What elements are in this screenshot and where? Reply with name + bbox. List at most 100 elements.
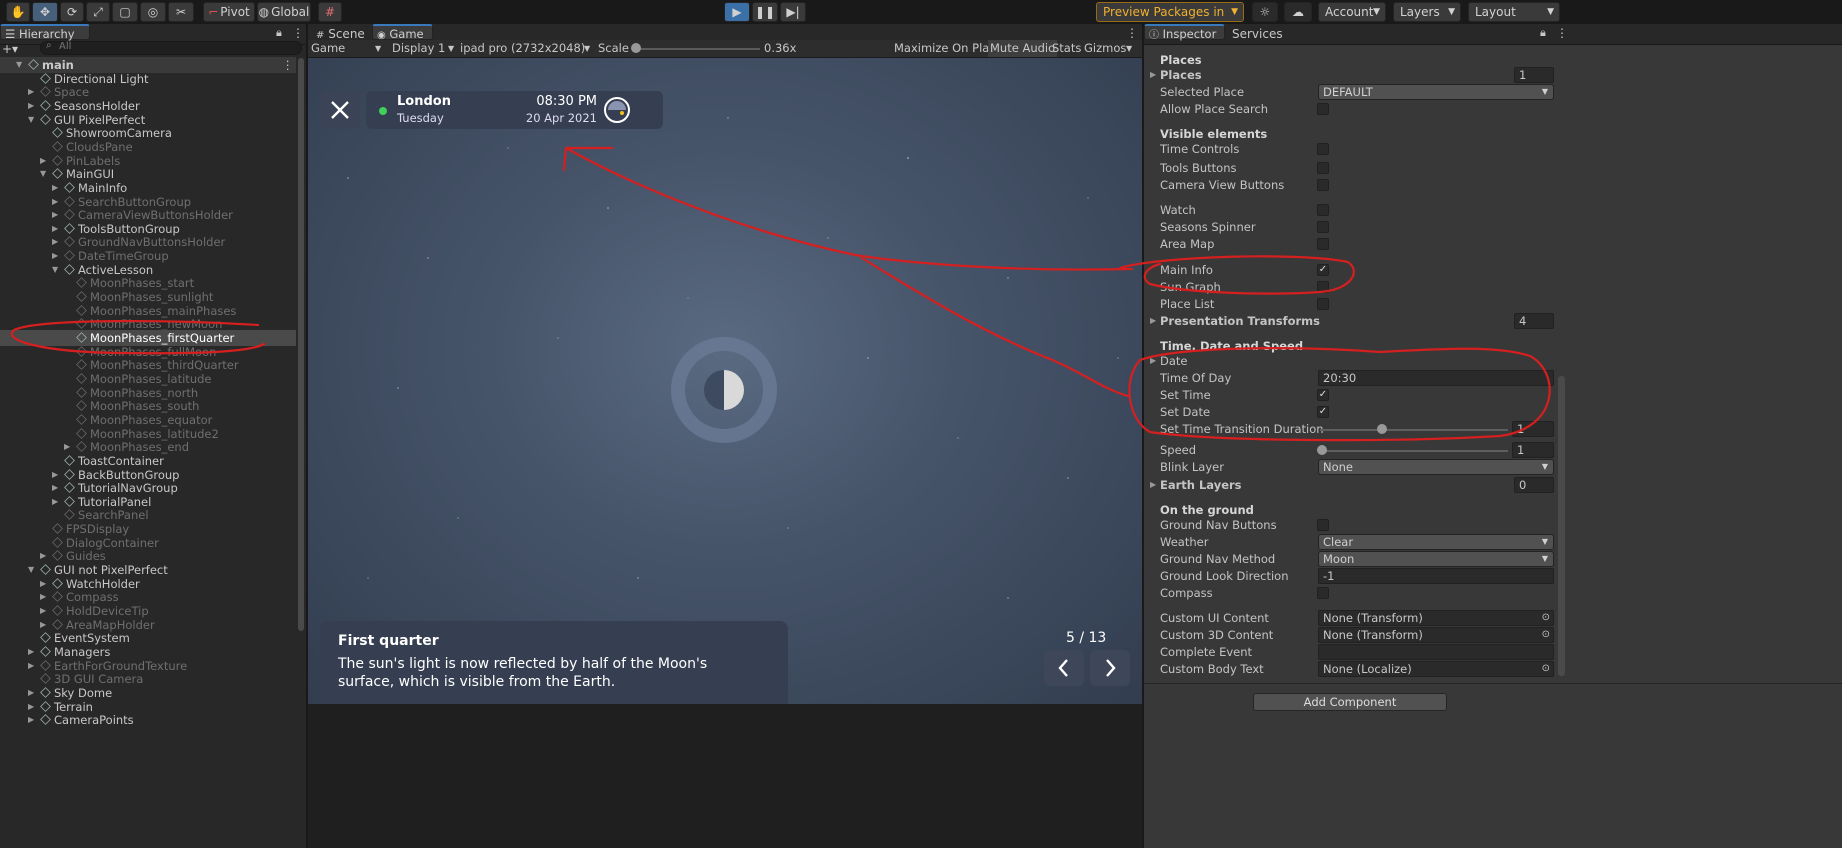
time-controls-checkbox[interactable]	[1317, 143, 1329, 155]
stats-toggle[interactable]: Stats	[1052, 40, 1081, 57]
time-of-day-field[interactable]: 20:30	[1318, 370, 1554, 386]
hierarchy-row[interactable]: ▶ CameraPoints	[0, 712, 296, 728]
scale-tool-button[interactable]: ⤢	[86, 2, 110, 22]
next-step-button[interactable]	[1090, 650, 1130, 686]
chevron-right-icon[interactable]: ▶	[1150, 316, 1156, 325]
transform-tool-button[interactable]: ◎	[140, 2, 166, 22]
rect-tool-button[interactable]: ▢	[112, 2, 138, 22]
resolution-dropdown[interactable]: ipad pro (2732x2048) ▼	[460, 40, 594, 57]
move-tool-button[interactable]: ✥	[32, 2, 58, 22]
presentation-transforms-label[interactable]: Presentation Transforms	[1160, 313, 1320, 330]
layout-dropdown[interactable]: Layout ▼	[1468, 2, 1560, 22]
custom-body-text-field[interactable]: None (Localize) ⊙	[1318, 661, 1554, 677]
chevron-down-icon: ▼	[584, 44, 591, 53]
sun-graph-checkbox[interactable]	[1317, 281, 1329, 293]
step-button[interactable]: ▶|	[780, 2, 806, 22]
game-mode-dropdown[interactable]: Game ▼	[311, 40, 381, 57]
scale-slider-track[interactable]	[636, 48, 760, 50]
kebab-menu-icon[interactable]: ⋮	[1126, 26, 1138, 40]
pivot-toggle[interactable]: ⌐ Pivot	[203, 2, 255, 22]
places-label[interactable]: Places	[1160, 67, 1202, 84]
tab-game[interactable]: ◉ Game	[372, 24, 433, 41]
grid-snap-button[interactable]: #	[318, 2, 342, 22]
cloud-button[interactable]: ☁	[1284, 2, 1312, 22]
gameobject-icon	[40, 113, 51, 125]
maximize-on-play-toggle[interactable]: Maximize On Play	[894, 40, 996, 57]
object-picker-icon[interactable]: ⊙	[1542, 611, 1550, 625]
display-dropdown[interactable]: Display 1 ▼	[392, 40, 456, 57]
lock-icon[interactable]: 🔒︎	[276, 26, 282, 40]
complete-event-field[interactable]	[1318, 644, 1554, 660]
set-time-transition-slider[interactable]	[1320, 429, 1508, 431]
collab-button[interactable]: ☼	[1252, 2, 1278, 22]
pause-button[interactable]: ❚❚	[752, 2, 778, 22]
lock-icon[interactable]: 🔒︎	[1540, 26, 1546, 40]
watch-checkbox[interactable]	[1317, 204, 1329, 216]
prev-step-button[interactable]	[1044, 650, 1084, 686]
ground-nav-method-dropdown[interactable]: Moon ▼	[1318, 551, 1554, 567]
tab-inspector[interactable]: ⓘ Inspector	[1144, 24, 1226, 41]
clock-dial-icon[interactable]	[603, 96, 631, 124]
set-time-checkbox[interactable]: ✓	[1317, 389, 1329, 401]
speed-slider[interactable]	[1320, 450, 1508, 452]
presentation-transforms-count[interactable]: 4	[1514, 313, 1554, 329]
global-toggle[interactable]: ◍ Global	[257, 2, 311, 22]
kebab-menu-icon[interactable]: ⋮	[1556, 26, 1568, 40]
custom-tool-button[interactable]: ✂	[168, 2, 194, 22]
weather-dropdown[interactable]: Clear ▼	[1318, 534, 1554, 550]
set-time-transition-thumb[interactable]	[1377, 424, 1387, 434]
inspector-tab-label: Inspector	[1162, 27, 1217, 41]
scale-slider-thumb[interactable]	[631, 43, 641, 53]
tab-services[interactable]: Services	[1224, 24, 1291, 44]
play-button[interactable]: ▶	[724, 2, 750, 22]
date-foldout-label[interactable]: Date	[1160, 353, 1188, 370]
compass-checkbox[interactable]	[1317, 587, 1329, 599]
add-component-button[interactable]: Add Component	[1253, 693, 1447, 711]
pivot-label: Pivot	[220, 5, 250, 19]
area-map-checkbox[interactable]	[1317, 238, 1329, 250]
places-count-field[interactable]: 1	[1514, 67, 1554, 83]
allow-place-search-checkbox[interactable]	[1317, 103, 1329, 115]
object-picker-icon[interactable]: ⊙	[1542, 628, 1550, 642]
tools-buttons-checkbox[interactable]	[1317, 162, 1329, 174]
speed-slider-thumb[interactable]	[1317, 445, 1327, 455]
mute-audio-toggle[interactable]: Mute Audio	[988, 40, 1058, 57]
gameobject-icon	[64, 509, 75, 521]
speed-field[interactable]: 1	[1512, 442, 1554, 458]
close-button[interactable]	[320, 91, 360, 129]
set-time-transition-field[interactable]: 1	[1512, 421, 1554, 437]
tab-hierarchy[interactable]: ☰ Hierarchy	[0, 24, 90, 41]
hierarchy-scrollbar[interactable]	[298, 58, 304, 631]
preview-packages-dropdown[interactable]: Preview Packages in Use▼	[1096, 2, 1244, 37]
place-list-checkbox[interactable]	[1317, 298, 1329, 310]
chevron-right-icon[interactable]: ▶	[28, 712, 34, 728]
earth-layers-count[interactable]: 0	[1514, 477, 1554, 493]
custom-ui-content-field[interactable]: None (Transform) ⊙	[1318, 610, 1554, 626]
kebab-menu-icon[interactable]: ⋮	[292, 26, 304, 40]
account-dropdown[interactable]: Account ▼	[1318, 2, 1386, 22]
hand-tool-button[interactable]: ✋	[6, 2, 30, 22]
gizmos-dropdown[interactable]: Gizmos ▼	[1084, 40, 1134, 57]
layers-dropdown[interactable]: Layers ▼	[1393, 2, 1461, 22]
chevron-right-icon[interactable]: ▶	[1150, 356, 1156, 365]
ground-look-direction-field[interactable]: -1	[1318, 568, 1554, 584]
rotate-tool-button[interactable]: ⟳	[60, 2, 84, 22]
object-picker-icon[interactable]: ⊙	[1542, 662, 1550, 676]
earth-layers-label[interactable]: Earth Layers	[1160, 477, 1242, 494]
inspector-scrollbar[interactable]	[1558, 376, 1565, 676]
main-info-checkbox[interactable]: ✓	[1317, 264, 1329, 276]
camera-view-buttons-checkbox[interactable]	[1317, 179, 1329, 191]
gameobject-icon	[76, 359, 87, 371]
ground-nav-buttons-checkbox[interactable]	[1317, 519, 1329, 531]
gameobject-icon	[76, 291, 87, 302]
hierarchy-search-input[interactable]: ⌕ All	[40, 40, 302, 55]
custom-3d-content-field[interactable]: None (Transform) ⊙	[1318, 627, 1554, 643]
blink-layer-dropdown[interactable]: None ▼	[1318, 459, 1554, 475]
selected-place-dropdown[interactable]: DEFAULT ▼	[1318, 84, 1554, 100]
chevron-right-icon[interactable]: ▶	[1150, 70, 1156, 79]
create-button[interactable]: +▾	[2, 42, 32, 56]
seasons-spinner-checkbox[interactable]	[1317, 221, 1329, 233]
set-date-checkbox[interactable]: ✓	[1317, 406, 1329, 418]
gameobject-icon	[76, 373, 87, 384]
chevron-right-icon[interactable]: ▶	[1150, 480, 1156, 489]
